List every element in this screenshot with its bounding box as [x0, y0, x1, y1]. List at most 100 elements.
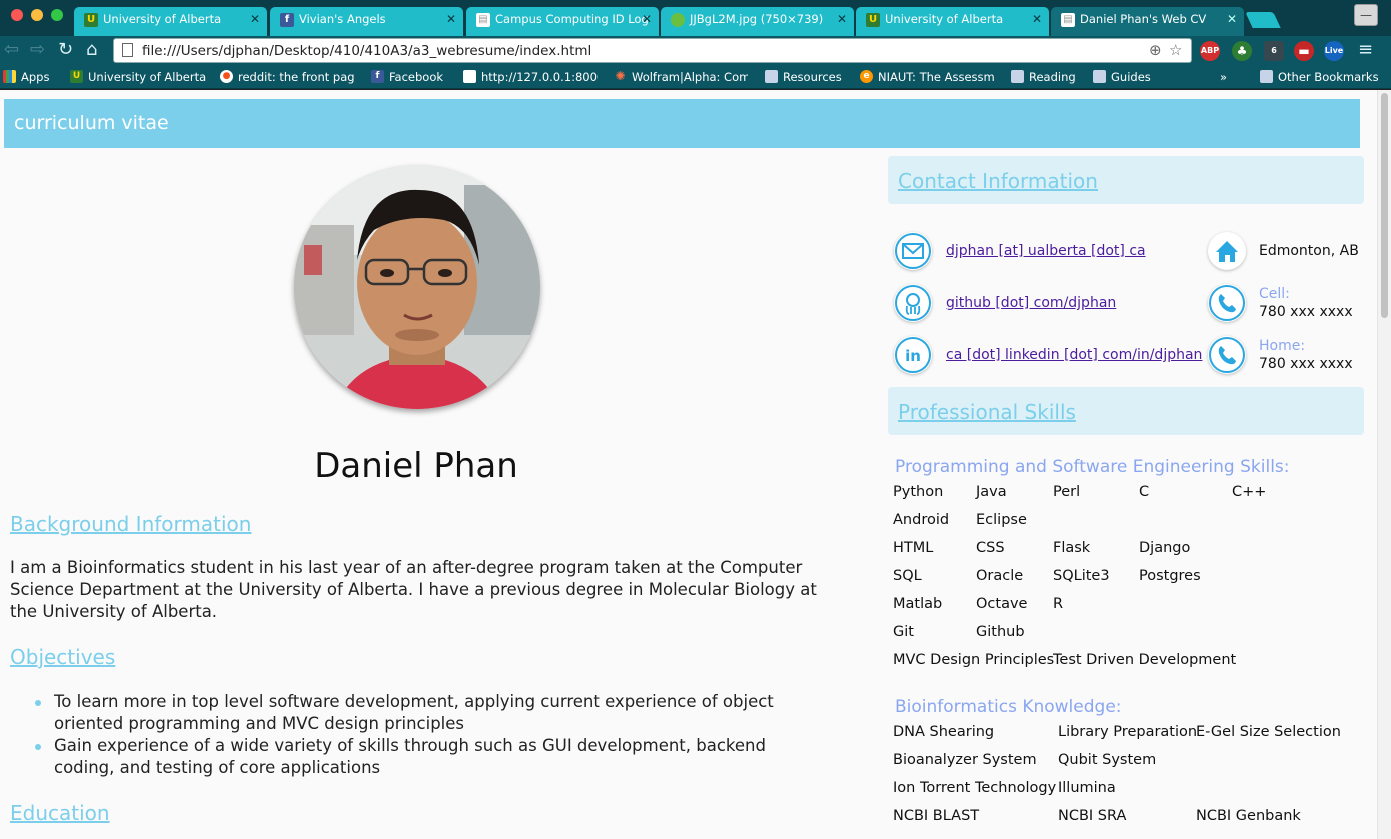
tab-daniel-phan-web-cv[interactable]: ▤ Daniel Phan's Web CV ✕	[1051, 7, 1244, 36]
skill-item: Django	[1139, 540, 1191, 556]
document-favicon-icon: ▤	[1061, 13, 1075, 27]
reload-icon[interactable]: ↻	[58, 40, 73, 60]
skill-item: R	[1053, 596, 1064, 612]
close-tab-icon[interactable]: ✕	[250, 12, 260, 26]
wolfram-icon: ✺	[615, 70, 626, 83]
close-tab-icon[interactable]: ✕	[446, 12, 456, 26]
adblock-plus-icon[interactable]: ABP	[1200, 41, 1220, 61]
minimize-window-button[interactable]	[31, 9, 43, 21]
skill-item: Ion Torrent Technology	[893, 780, 1057, 796]
home-icon[interactable]: ⌂	[86, 40, 97, 60]
ualberta-favicon-icon: U	[84, 13, 98, 27]
window-menu-button[interactable]: —	[1354, 4, 1378, 26]
contact-information-heading-link[interactable]: Contact Information	[898, 169, 1098, 193]
skill-item: Library Preparation	[1058, 724, 1198, 740]
zoom-window-button[interactable]	[51, 9, 63, 21]
chrome-menu-icon[interactable]: ≡	[1358, 40, 1373, 60]
bookmark-folder-other[interactable]: Other Bookmarks	[1260, 70, 1385, 84]
skill-item: C++	[1232, 484, 1267, 500]
cell-number: 780 xxx xxxx	[1259, 304, 1353, 320]
tab-vivians-angels[interactable]: f Vivian's Angels ✕	[270, 7, 463, 36]
tab-university-of-alberta-2[interactable]: U University of Alberta ✕	[856, 7, 1049, 36]
tab-university-of-alberta-1[interactable]: U University of Alberta ✕	[74, 7, 267, 36]
bookmark-label: University of Alberta	[88, 70, 207, 84]
bookmark-facebook[interactable]: f Facebook	[371, 70, 451, 84]
zoom-icon[interactable]: ⊕	[1149, 41, 1162, 59]
svg-text:in: in	[905, 347, 921, 365]
folder-icon	[1011, 70, 1024, 83]
skill-item: Github	[976, 624, 1025, 640]
person-name: Daniel Phan	[314, 446, 518, 486]
new-tab-button[interactable]	[1245, 12, 1281, 28]
close-tab-icon[interactable]: ✕	[1032, 12, 1042, 26]
bookmark-label: Reading	[1029, 70, 1076, 84]
close-tab-icon[interactable]: ✕	[642, 12, 652, 26]
bookmark-wolfram-alpha[interactable]: ✺ Wolfram|Alpha: Comp	[614, 70, 748, 84]
objectives-list: To learn more in top level software deve…	[35, 691, 824, 779]
bookmark-folder-guides[interactable]: Guides	[1093, 70, 1158, 84]
reddit-icon: ●	[220, 70, 233, 83]
bookmark-folder-resources[interactable]: Resources	[765, 70, 845, 84]
github-link[interactable]: github [dot] com/djphan	[946, 295, 1116, 311]
close-window-button[interactable]	[11, 9, 23, 21]
skill-item: Postgres	[1139, 568, 1201, 584]
skill-item: Java	[976, 484, 1007, 500]
bookmark-reddit[interactable]: ● reddit: the front page	[220, 70, 355, 84]
facebook-icon: f	[371, 70, 384, 83]
tab-campus-computing-id[interactable]: ▤ Campus Computing ID Log ✕	[466, 7, 659, 36]
bookmarks-overflow-chevron[interactable]: »	[1220, 70, 1227, 84]
skill-item: Illumina	[1058, 780, 1116, 796]
home-location-icon	[1208, 232, 1246, 270]
facebook-favicon-icon: f	[280, 13, 294, 27]
education-heading-link[interactable]: Education	[10, 801, 110, 825]
skill-item: Flask	[1053, 540, 1091, 556]
email-icon	[894, 232, 932, 270]
github-icon	[894, 284, 932, 322]
bookmark-label: Guides	[1111, 70, 1151, 84]
extension-badge-icon[interactable]: 6	[1264, 41, 1284, 61]
address-bar[interactable]: file:///Users/djphan/Desktop/410/410A3/a…	[113, 38, 1192, 63]
email-link[interactable]: djphan [at] ualberta [dot] ca	[946, 243, 1146, 259]
page-scrollbar[interactable]	[1377, 90, 1391, 839]
document-icon	[463, 70, 476, 83]
forward-arrow-icon[interactable]: ⇨	[30, 40, 45, 60]
professional-skills-heading-link[interactable]: Professional Skills	[898, 400, 1076, 424]
tab-title: University of Alberta	[885, 12, 1004, 26]
bookmark-university-of-alberta[interactable]: U University of Alberta	[70, 70, 210, 84]
bookmark-star-icon[interactable]: ☆	[1169, 41, 1182, 59]
bookmark-localhost[interactable]: http://127.0.0.1:8000	[463, 70, 598, 84]
linkedin-link[interactable]: ca [dot] linkedin [dot] com/in/djphan	[946, 347, 1202, 363]
folder-icon	[765, 70, 778, 83]
tab-title: Vivian's Angels	[299, 12, 386, 26]
page-viewport: curriculum vitae Daniel Phan Background …	[0, 90, 1391, 839]
cell-label: Cell:	[1259, 286, 1290, 302]
extension-tree-icon[interactable]: ♣	[1232, 41, 1252, 61]
bioinformatics-knowledge-title: Bioinformatics Knowledge:	[895, 697, 1122, 717]
bookmark-apps[interactable]: Apps	[3, 70, 63, 84]
skill-item: Qubit System	[1058, 752, 1157, 768]
skill-item: E-Gel Size Selection	[1196, 724, 1341, 740]
niaut-icon: e	[860, 70, 873, 83]
windows-live-icon[interactable]: Live	[1324, 41, 1344, 61]
bookmark-folder-reading[interactable]: Reading	[1011, 70, 1081, 84]
background-heading-link[interactable]: Background Information	[10, 512, 251, 536]
bookmark-label: http://127.0.0.1:8000	[481, 70, 598, 84]
close-tab-icon[interactable]: ✕	[837, 12, 847, 26]
back-arrow-icon[interactable]: ⇦	[4, 40, 19, 60]
extension-badge-count: 6	[1271, 46, 1277, 55]
home-phone-icon	[1208, 336, 1246, 374]
objectives-heading-link[interactable]: Objectives	[10, 645, 115, 669]
tab-image-jpg[interactable]: JJBgL2M.jpg (750×739) ✕	[661, 7, 854, 36]
professional-skills-header: Professional Skills	[888, 387, 1364, 435]
close-tab-icon[interactable]: ✕	[1227, 12, 1237, 26]
skill-item: HTML	[893, 540, 934, 556]
skill-item: Python	[893, 484, 944, 500]
skill-item: MVC Design Principles	[893, 652, 1055, 668]
extension-car-icon[interactable]: ▬	[1294, 41, 1314, 61]
tab-title: University of Alberta	[103, 12, 222, 26]
folder-icon	[1093, 70, 1106, 83]
skill-item: NCBI BLAST	[893, 808, 980, 824]
bookmark-niaut[interactable]: e NIAUT: The Assessm	[860, 70, 995, 84]
skill-item: Bioanalyzer System	[893, 752, 1037, 768]
scrollbar-thumb[interactable]	[1381, 93, 1388, 318]
